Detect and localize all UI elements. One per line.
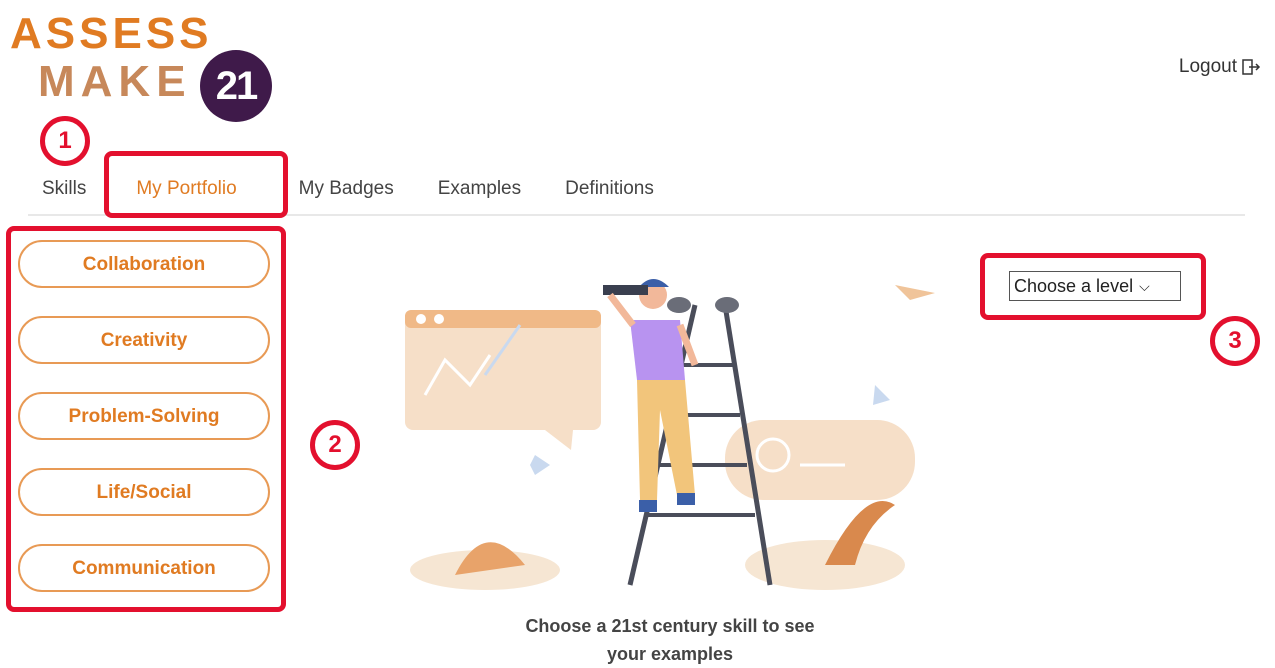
message-line-2: your examples [606,644,734,664]
logo-assess-text: ASSESS [10,9,213,58]
tab-examples[interactable]: Examples [416,178,543,214]
message-line-1: Choose a 21st century skill to see [525,616,815,636]
assess-make-21-logo: ASSESS MAKE 21 [8,9,278,122]
annotation-2: 2 [310,420,360,470]
logo-make-text: MAKE [38,57,192,106]
annotation-box-portfolio [104,151,288,218]
annotation-box-skills [6,226,286,612]
tab-definitions[interactable]: Definitions [543,178,676,214]
logout-icon [1242,59,1261,75]
tab-skills[interactable]: Skills [28,178,108,214]
annotation-1: 1 [40,116,90,166]
logo-21-badge: 21 [200,50,272,122]
tab-my-badges[interactable]: My Badges [277,178,416,214]
annotation-box-level [980,253,1206,320]
logout-button[interactable]: Logout [1179,56,1261,78]
annotation-3: 3 [1210,316,1260,366]
person-on-ladder-illustration [405,279,935,590]
logout-label: Logout [1178,56,1237,77]
empty-state-message: Choose a 21st century skill to see your … [470,612,870,668]
